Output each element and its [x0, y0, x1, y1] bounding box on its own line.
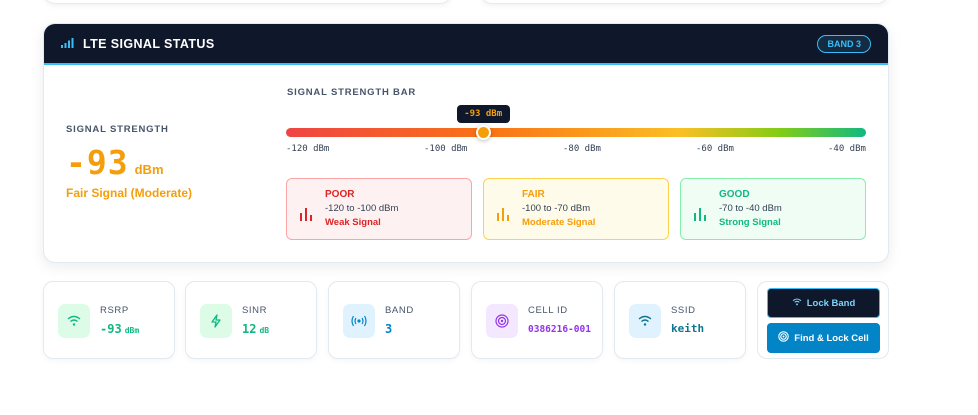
bolt-icon [200, 304, 232, 338]
range-value: -100 to -70 dBm [522, 203, 591, 214]
range-value: -70 to -40 dBm [719, 203, 782, 214]
action-card: Lock Band Find & Lock Cell [757, 281, 889, 359]
range-desc: Strong Signal [719, 217, 781, 228]
stat-label: RSRP [100, 305, 129, 316]
broadcast-icon [343, 304, 375, 338]
range-value: -120 to -100 dBm [325, 203, 399, 214]
bar-tick: -100 dBm [424, 144, 468, 154]
target-icon [486, 304, 518, 338]
range-name: FAIR [522, 189, 545, 200]
range-desc: Weak Signal [325, 217, 381, 228]
stat-card-rsrp: RSRP -93 dBm [43, 281, 175, 359]
stat-value: keith [671, 322, 705, 335]
stat-card-ssid: SSID keith [614, 281, 746, 359]
find-lock-cell-label: Find & Lock Cell [794, 332, 869, 344]
signal-strength-unit: dBm [134, 162, 164, 177]
bar-title: SIGNAL STRENGTH BAR [287, 87, 417, 98]
stat-value: 0386216-001 [528, 324, 591, 335]
signal-strength-marker [475, 125, 491, 140]
signal-strength-bar [286, 128, 866, 137]
bar-tick: -60 dBm [696, 144, 734, 154]
signal-strength-summary: SIGNAL STRENGTH -93 dBm Fair Signal (Mod… [66, 124, 192, 200]
stat-unit: dBm [124, 326, 140, 335]
stat-value: 3 [385, 322, 393, 336]
range-name: GOOD [719, 189, 750, 200]
stat-card-sinr: SINR 12 dB [185, 281, 317, 359]
bar-indicator-tooltip: -93 dBm [456, 105, 510, 123]
range-good: GOOD -70 to -40 dBm Strong Signal [680, 178, 866, 240]
target-icon [778, 331, 790, 345]
bar-tick: -80 dBm [563, 144, 601, 154]
range-desc: Moderate Signal [522, 217, 596, 228]
bar-chart-icon [496, 189, 522, 239]
top-card-right [480, 0, 889, 4]
bar-tick: -40 dBm [828, 144, 866, 154]
card-title: LTE SIGNAL STATUS [83, 36, 215, 51]
find-lock-cell-button[interactable]: Find & Lock Cell [767, 323, 880, 353]
stat-card-cell-id: CELL ID 0386216-001 [471, 281, 603, 359]
stat-value: 12 [242, 322, 257, 336]
lte-signal-card: LTE SIGNAL STATUS BAND 3 SIGNAL STRENGTH… [43, 23, 889, 263]
wifi-icon [629, 304, 661, 338]
stat-label: SINR [242, 305, 268, 316]
band-badge: BAND 3 [817, 34, 871, 53]
stat-card-band: BAND 3 [328, 281, 460, 359]
signal-strength-value: -93 [66, 143, 129, 182]
lock-band-button[interactable]: Lock Band [767, 288, 880, 318]
range-poor: POOR -120 to -100 dBm Weak Signal [286, 178, 472, 240]
wifi-icon [58, 304, 90, 338]
signal-strength-label: SIGNAL STRENGTH [66, 124, 169, 135]
stat-label: CELL ID [528, 305, 568, 316]
top-card-left [43, 0, 452, 4]
range-name: POOR [325, 189, 355, 200]
stat-label: SSID [671, 305, 696, 316]
lock-band-label: Lock Band [806, 297, 856, 309]
stat-unit: dB [259, 326, 270, 335]
signal-bars-icon [61, 35, 75, 53]
bar-tick: -120 dBm [286, 144, 330, 154]
stat-value: -93 [100, 322, 122, 336]
signal-quality-text: Fair Signal (Moderate) [66, 186, 193, 200]
wifi-icon [792, 297, 802, 309]
stat-label: BAND [385, 305, 414, 316]
bar-chart-icon [693, 189, 719, 239]
bar-chart-icon [299, 189, 325, 239]
card-header: LTE SIGNAL STATUS BAND 3 [44, 24, 888, 65]
range-fair: FAIR -100 to -70 dBm Moderate Signal [483, 178, 669, 240]
